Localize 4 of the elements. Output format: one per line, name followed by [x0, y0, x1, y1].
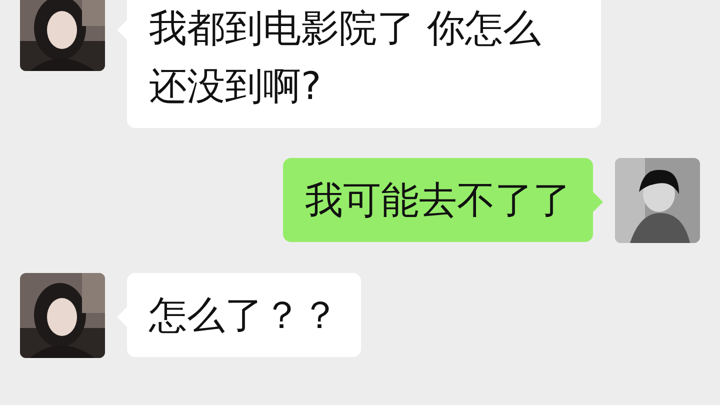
- message-bubble: 我可能去不了了: [283, 158, 593, 242]
- bubble-tail: [593, 192, 603, 212]
- message-bubble: 我都到电影院了 你怎么还没到啊?: [127, 0, 601, 128]
- message-bubble: 怎么了？？: [127, 273, 361, 357]
